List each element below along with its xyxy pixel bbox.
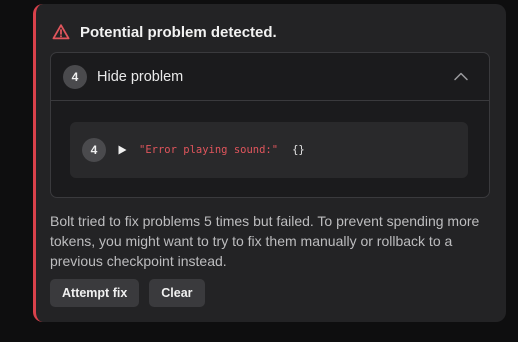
alert-actions: Attempt fix Clear [50,279,205,307]
problems-panel: 4 Hide problem 4 "Error playing sound:" … [50,52,490,198]
chevron-up-icon[interactable] [453,71,469,81]
error-detail: {} [292,144,305,156]
error-message: "Error playing sound:" [139,144,279,156]
problems-toggle[interactable]: 4 Hide problem [51,53,489,101]
alert-header: Potential problem detected. [52,22,277,42]
alert-title: Potential problem detected. [80,23,277,41]
clear-button[interactable]: Clear [149,279,205,307]
warning-triangle-icon [52,24,70,40]
problem-item[interactable]: 4 "Error playing sound:" {} [70,122,468,178]
hide-problem-label: Hide problem [97,68,184,85]
attempt-fix-button[interactable]: Attempt fix [50,279,140,307]
problem-alert: Potential problem detected. 4 Hide probl… [33,4,506,322]
expand-triangle-icon[interactable] [118,145,127,155]
failure-message: Bolt tried to fix problems 5 times but f… [50,213,480,269]
problem-count-badge: 4 [63,64,87,89]
problem-index-badge: 4 [82,138,106,162]
